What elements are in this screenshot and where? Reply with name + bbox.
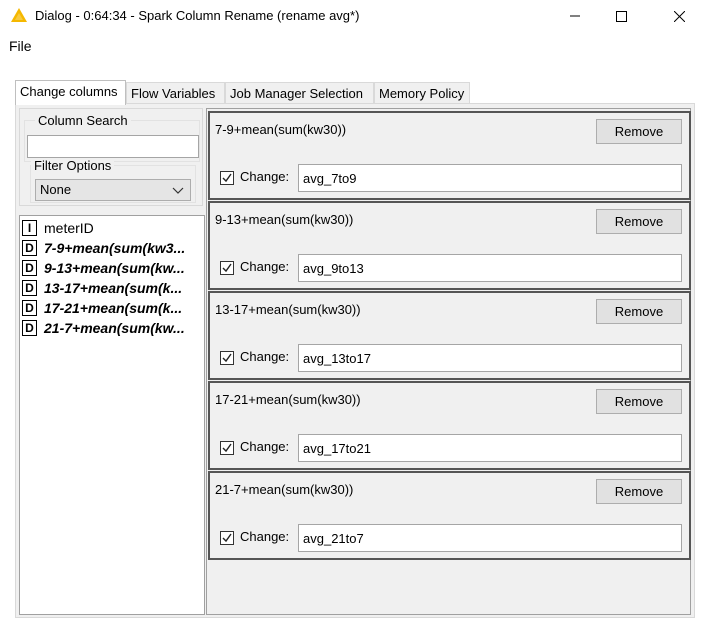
change-checkbox[interactable] bbox=[220, 351, 234, 365]
menu-bar: File bbox=[0, 36, 701, 58]
tab-change-columns[interactable]: Change columns bbox=[15, 80, 126, 105]
change-checkbox[interactable] bbox=[220, 261, 234, 275]
minimize-icon bbox=[570, 15, 580, 17]
check-icon bbox=[222, 533, 232, 543]
type-badge: D bbox=[22, 300, 37, 316]
type-badge: D bbox=[22, 320, 37, 336]
card-column-name: 17-21+mean(sum(kw30)) bbox=[215, 392, 361, 407]
rename-panel: 7-9+mean(sum(kw30)) Remove Change: avg_7… bbox=[206, 108, 691, 615]
change-label: Change: bbox=[240, 439, 290, 454]
change-label: Change: bbox=[240, 529, 290, 544]
check-icon bbox=[222, 263, 232, 273]
title-bar: Dialog - 0:64:34 - Spark Column Rename (… bbox=[0, 0, 701, 32]
minimize-button[interactable] bbox=[552, 0, 598, 32]
card-column-name: 7-9+mean(sum(kw30)) bbox=[215, 122, 347, 137]
list-item[interactable]: D 21-7+mean(sum(kw... bbox=[22, 318, 206, 338]
change-checkbox[interactable] bbox=[220, 171, 234, 185]
filter-options-label: Filter Options bbox=[31, 158, 115, 173]
list-item[interactable]: D 13-17+mean(sum(k... bbox=[22, 278, 206, 298]
type-badge: D bbox=[22, 260, 37, 276]
tab-job-manager-selection[interactable]: Job Manager Selection bbox=[225, 82, 374, 104]
remove-button[interactable]: Remove bbox=[596, 389, 682, 414]
chevron-down-icon bbox=[172, 187, 184, 194]
maximize-button[interactable] bbox=[598, 0, 644, 32]
filter-options-select[interactable]: None bbox=[35, 179, 191, 201]
rename-card: 9-13+mean(sum(kw30)) Remove Change: avg_… bbox=[208, 201, 691, 290]
column-name: meterID bbox=[44, 220, 94, 236]
type-badge: D bbox=[22, 280, 37, 296]
list-item[interactable]: I meterID bbox=[22, 218, 206, 238]
column-name: 17-21+mean(sum(k... bbox=[44, 300, 183, 316]
change-label: Change: bbox=[240, 259, 290, 274]
filter-options-value: None bbox=[40, 182, 72, 197]
rename-card: 17-21+mean(sum(kw30)) Remove Change: avg… bbox=[208, 381, 691, 470]
column-search-label: Column Search bbox=[35, 113, 131, 128]
check-icon bbox=[222, 173, 232, 183]
new-name-input[interactable]: avg_9to13 bbox=[298, 254, 682, 282]
filter-options-group: Filter Options None bbox=[30, 158, 196, 203]
close-button[interactable] bbox=[656, 0, 701, 32]
new-name-input[interactable]: avg_21to7 bbox=[298, 524, 682, 552]
new-name-input[interactable]: avg_17to21 bbox=[298, 434, 682, 462]
change-checkbox[interactable] bbox=[220, 441, 234, 455]
column-name: 7-9+mean(sum(kw3... bbox=[44, 240, 186, 256]
new-name-input[interactable]: avg_13to17 bbox=[298, 344, 682, 372]
column-search-group: Column Search bbox=[24, 113, 200, 162]
knime-warning-triangle-icon bbox=[11, 8, 27, 22]
maximize-icon bbox=[615, 10, 627, 22]
check-icon bbox=[222, 443, 232, 453]
rename-card: 7-9+mean(sum(kw30)) Remove Change: avg_7… bbox=[208, 111, 691, 200]
column-name: 9-13+mean(sum(kw... bbox=[44, 260, 185, 276]
card-column-name: 13-17+mean(sum(kw30)) bbox=[215, 302, 361, 317]
card-column-name: 9-13+mean(sum(kw30)) bbox=[215, 212, 354, 227]
change-columns-page: Column Search Filter Options None I mete… bbox=[15, 103, 695, 618]
change-label: Change: bbox=[240, 349, 290, 364]
change-checkbox[interactable] bbox=[220, 531, 234, 545]
column-search-input[interactable] bbox=[27, 135, 199, 158]
menu-file[interactable]: File bbox=[9, 38, 32, 54]
rename-card: 13-17+mean(sum(kw30)) Remove Change: avg… bbox=[208, 291, 691, 380]
list-item[interactable]: D 9-13+mean(sum(kw... bbox=[22, 258, 206, 278]
column-filter-panel: Column Search Filter Options None bbox=[19, 108, 203, 206]
column-name: 13-17+mean(sum(k... bbox=[44, 280, 183, 296]
list-item[interactable]: D 7-9+mean(sum(kw3... bbox=[22, 238, 206, 258]
close-icon bbox=[673, 10, 685, 22]
card-column-name: 21-7+mean(sum(kw30)) bbox=[215, 482, 354, 497]
rename-card: 21-7+mean(sum(kw30)) Remove Change: avg_… bbox=[208, 471, 691, 560]
new-name-input[interactable]: avg_7to9 bbox=[298, 164, 682, 192]
column-list[interactable]: I meterID D 7-9+mean(sum(kw3... D 9-13+m… bbox=[19, 215, 205, 615]
remove-button[interactable]: Remove bbox=[596, 479, 682, 504]
check-icon bbox=[222, 353, 232, 363]
window-title: Dialog - 0:64:34 - Spark Column Rename (… bbox=[35, 8, 360, 23]
tab-flow-variables[interactable]: Flow Variables bbox=[126, 82, 225, 104]
column-name: 21-7+mean(sum(kw... bbox=[44, 320, 185, 336]
type-badge: I bbox=[22, 220, 37, 236]
remove-button[interactable]: Remove bbox=[596, 209, 682, 234]
type-badge: D bbox=[22, 240, 37, 256]
list-item[interactable]: D 17-21+mean(sum(k... bbox=[22, 298, 206, 318]
tab-memory-policy[interactable]: Memory Policy bbox=[374, 82, 470, 104]
remove-button[interactable]: Remove bbox=[596, 299, 682, 324]
remove-button[interactable]: Remove bbox=[596, 119, 682, 144]
change-label: Change: bbox=[240, 169, 290, 184]
